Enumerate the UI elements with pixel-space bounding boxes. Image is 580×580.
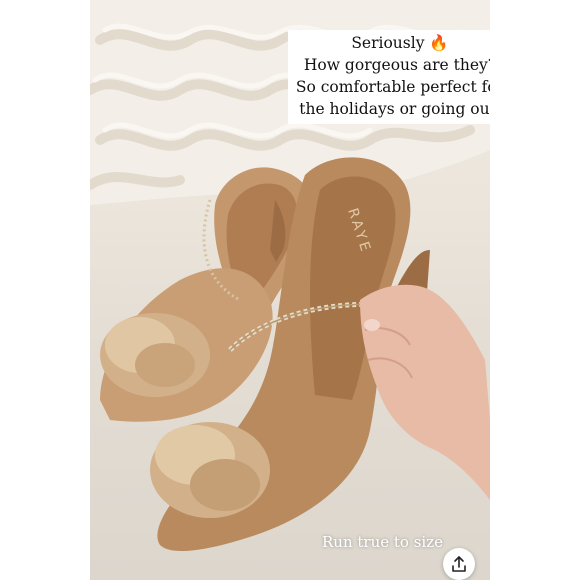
- caption-box: Seriously 🔥 How gorgeous are they? So co…: [288, 30, 490, 124]
- caption-line-1: Seriously 🔥: [351, 34, 449, 52]
- post-frame: RAYE Seriously 🔥 How gorgeous are they? …: [0, 0, 580, 580]
- share-icon: [452, 556, 466, 572]
- post-photo: RAYE Seriously 🔥 How gorgeous are they? …: [90, 0, 490, 580]
- hand: [360, 284, 490, 500]
- caption-line-2: How gorgeous are they?: [303, 56, 490, 74]
- share-button[interactable]: [443, 548, 475, 580]
- caption-line-3: So comfortable perfect for: [295, 78, 490, 96]
- caption-line-4: the holidays or going out.: [299, 100, 490, 118]
- size-note: Run true to size: [322, 533, 443, 551]
